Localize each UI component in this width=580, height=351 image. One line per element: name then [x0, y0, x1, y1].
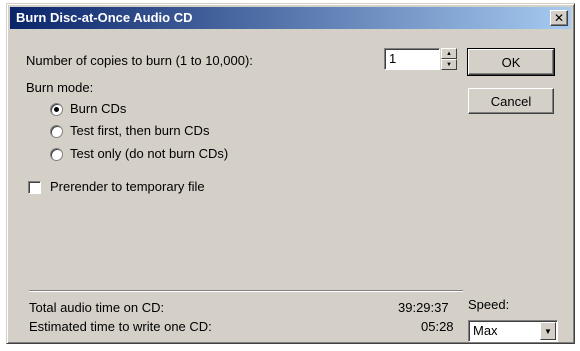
- radio-test-only-label[interactable]: Test only (do not burn CDs): [70, 146, 228, 161]
- divider: [29, 290, 463, 292]
- close-icon: ✕: [553, 11, 565, 25]
- radio-test-then-burn-label[interactable]: Test first, then burn CDs: [70, 123, 209, 138]
- radio-burn-cds-label[interactable]: Burn CDs: [70, 101, 126, 116]
- radio-burn-cds[interactable]: [50, 103, 63, 116]
- close-button[interactable]: ✕: [550, 10, 568, 26]
- total-time-value: 39:29:37: [398, 300, 449, 315]
- spin-up-button[interactable]: ▲: [441, 48, 457, 59]
- speed-select[interactable]: Max ▼: [468, 320, 558, 342]
- estimate-time-value: 05:28: [421, 319, 454, 334]
- dropdown-button[interactable]: ▼: [540, 322, 556, 340]
- prerender-label[interactable]: Prerender to temporary file: [50, 179, 205, 194]
- speed-label: Speed:: [468, 297, 510, 312]
- arrow-up-icon: ▲: [446, 50, 452, 57]
- prerender-checkbox[interactable]: [28, 181, 41, 194]
- copies-label: Number of copies to burn (1 to 10,000):: [26, 53, 253, 68]
- spin-down-button[interactable]: ▼: [441, 59, 457, 70]
- burn-dialog: Burn Disc-at-Once Audio CD ✕ Number of c…: [6, 3, 575, 344]
- estimate-time-label: Estimated time to write one CD:: [29, 319, 212, 334]
- ok-button[interactable]: OK: [467, 48, 555, 76]
- title-bar: Burn Disc-at-Once Audio CD ✕: [10, 7, 571, 29]
- copies-input[interactable]: 1: [384, 48, 440, 70]
- window-title: Burn Disc-at-Once Audio CD: [16, 10, 193, 25]
- chevron-down-icon: ▼: [544, 326, 552, 336]
- burn-mode-label: Burn mode:: [26, 80, 94, 95]
- total-time-label: Total audio time on CD:: [29, 300, 165, 315]
- radio-test-only[interactable]: [50, 148, 63, 161]
- radio-selected-dot: [54, 107, 59, 112]
- speed-value: Max: [473, 323, 498, 338]
- radio-test-then-burn[interactable]: [50, 125, 63, 138]
- copies-spinner: ▲ ▼: [441, 48, 457, 70]
- cancel-button[interactable]: Cancel: [468, 88, 554, 114]
- arrow-down-icon: ▼: [446, 61, 452, 68]
